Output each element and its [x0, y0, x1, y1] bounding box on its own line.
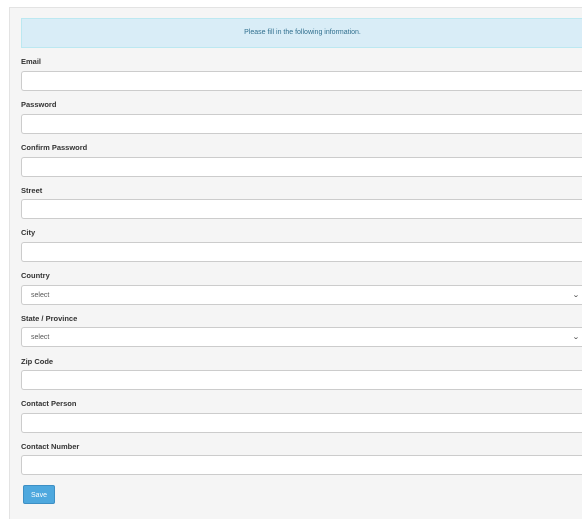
contact-number-label: Contact Number — [21, 442, 80, 451]
confirm-password-label: Confirm Password — [21, 143, 88, 152]
country-selected-value: select — [31, 291, 50, 299]
country-select[interactable]: select ⌄ — [21, 285, 582, 305]
street-label: Street — [21, 186, 43, 195]
country-label: Country — [21, 271, 50, 280]
chevron-down-icon: ⌄ — [572, 291, 580, 299]
form-panel: Please fill in the following information… — [9, 7, 582, 519]
password-label: Password — [21, 100, 57, 109]
zip-code-field[interactable] — [21, 370, 582, 390]
confirm-password-field[interactable] — [21, 157, 582, 177]
email-label: Email — [21, 57, 42, 66]
zip-code-label: Zip Code — [21, 357, 54, 366]
info-alert: Please fill in the following information… — [21, 18, 582, 48]
state-province-selected-value: select — [31, 333, 50, 341]
contact-person-label: Contact Person — [21, 399, 77, 408]
save-button[interactable]: Save — [23, 485, 55, 504]
password-field[interactable] — [21, 114, 582, 134]
email-field[interactable] — [21, 71, 582, 91]
city-label: City — [21, 228, 36, 237]
street-field[interactable] — [21, 199, 582, 219]
chevron-down-icon: ⌄ — [572, 333, 580, 341]
state-province-label: State / Province — [21, 314, 78, 323]
contact-person-field[interactable] — [21, 413, 582, 433]
state-province-select[interactable]: select ⌄ — [21, 327, 582, 347]
city-field[interactable] — [21, 242, 582, 262]
contact-number-field[interactable] — [21, 455, 582, 475]
